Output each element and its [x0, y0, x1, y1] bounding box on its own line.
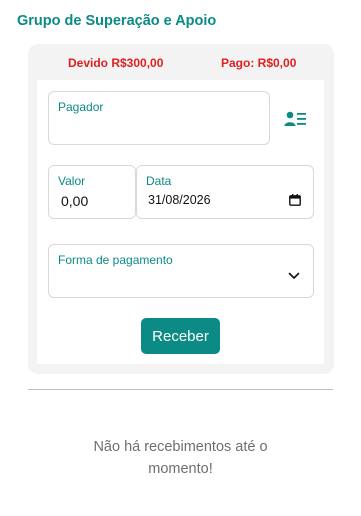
payment-form: Pagador Valor 0,00 Data 31/08/2026 Forma… — [37, 80, 324, 364]
payment-card: Devido R$300,00 Pago: R$0,00 Pagador Val… — [28, 44, 334, 374]
amount-label: Valor — [58, 174, 86, 188]
payment-method-label: Forma de pagamento — [58, 253, 173, 267]
empty-message-line-2: momento! — [148, 461, 213, 477]
chevron-down-icon — [288, 267, 300, 279]
payment-method-select[interactable]: Forma de pagamento — [48, 244, 314, 298]
divider — [28, 389, 333, 390]
person-list-icon[interactable] — [284, 110, 308, 128]
page: Grupo de Superação e Apoio Devido R$300,… — [0, 0, 361, 516]
amount-owed: Devido R$300,00 — [68, 56, 164, 70]
receive-button[interactable]: Receber — [141, 318, 220, 354]
calendar-icon[interactable] — [289, 193, 301, 206]
date-field[interactable]: Data 31/08/2026 — [136, 165, 314, 219]
amount-field[interactable]: Valor 0,00 — [48, 165, 136, 219]
date-value: 31/08/2026 — [148, 193, 211, 207]
payer-field[interactable]: Pagador — [48, 91, 270, 145]
payer-label: Pagador — [58, 100, 104, 114]
amount-value: 0,00 — [61, 193, 89, 209]
empty-receipts-message: Não há recebimentos até o momento! — [0, 436, 361, 480]
date-label: Data — [146, 174, 172, 188]
empty-message-line-1: Não há recebimentos até o — [93, 439, 268, 455]
group-title: Grupo de Superação e Apoio — [17, 13, 217, 29]
amount-paid: Pago: R$0,00 — [221, 56, 297, 70]
